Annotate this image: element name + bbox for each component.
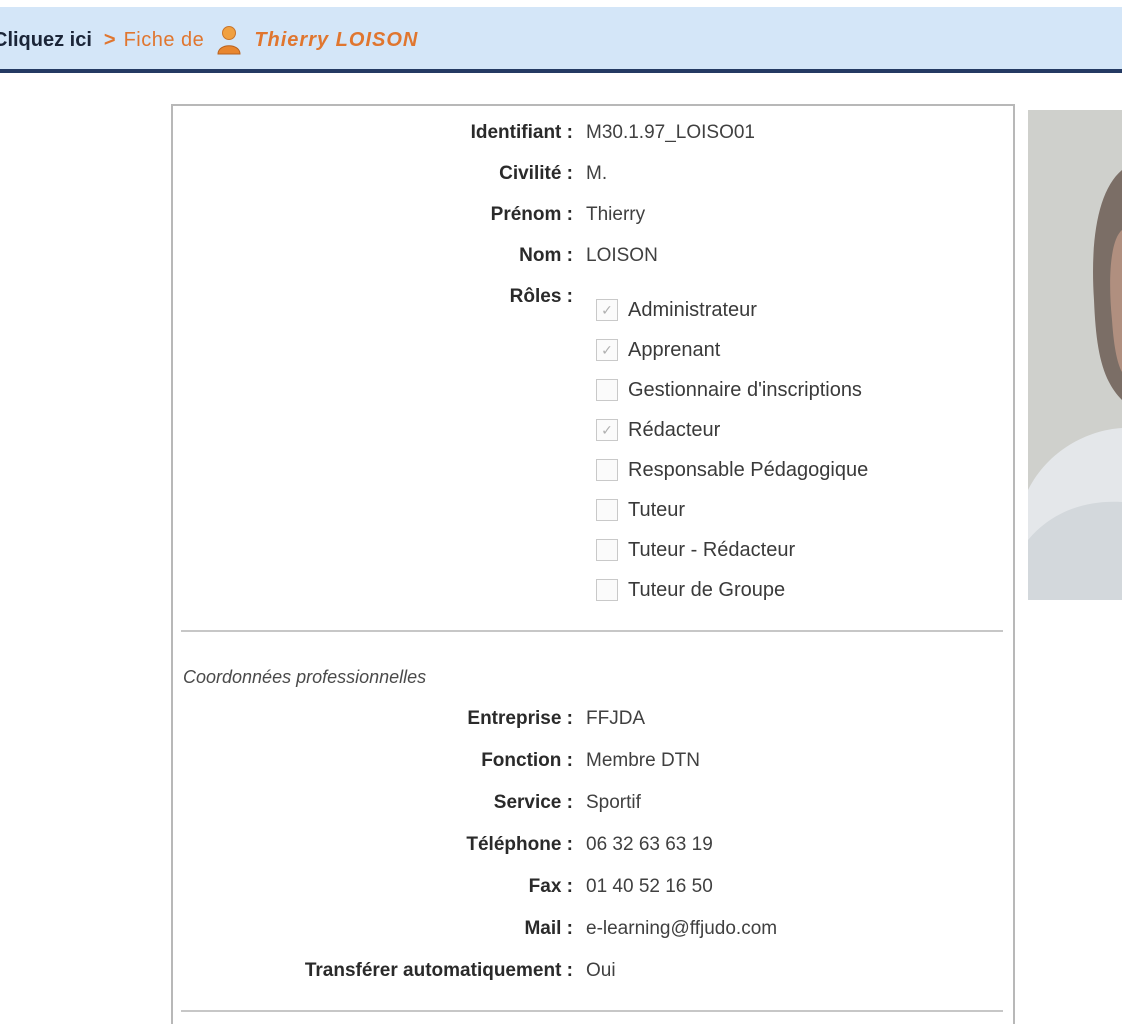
- breadcrumb-user-name: Thierry LOISON: [254, 28, 419, 51]
- breadcrumb: Cliquez ici > Fiche de Thierry LOISON: [0, 22, 418, 58]
- fonction-row: Fonction : Membre DTN: [173, 746, 1013, 776]
- fax-row: Fax : 01 40 52 16 50: [173, 872, 1013, 902]
- transfert-row: Transférer automatiquement : Oui: [173, 956, 1013, 986]
- role-label: Gestionnaire d'inscriptions: [628, 379, 862, 401]
- transfert-label: Transférer automatiquement :: [304, 960, 573, 981]
- telephone-row: Téléphone : 06 32 63 63 19: [173, 830, 1013, 860]
- fonction-label: Fonction :: [481, 750, 573, 771]
- civilite-label: Civilité :: [499, 163, 573, 184]
- nom-row: Nom : LOISON: [173, 241, 1013, 271]
- service-row: Service : Sportif: [173, 788, 1013, 818]
- mail-row: Mail : e-learning@ffjudo.com: [173, 914, 1013, 944]
- profile-photo: [1028, 110, 1122, 600]
- role-label: Responsable Pédagogique: [628, 459, 869, 481]
- breadcrumb-separator: >: [103, 28, 116, 51]
- user-icon: [216, 25, 242, 55]
- role-label: Rédacteur: [628, 419, 721, 441]
- role-checkbox-gestionnaire[interactable]: [596, 379, 618, 401]
- role-checkbox-tuteur-redacteur[interactable]: [596, 539, 618, 561]
- role-checkbox-redacteur[interactable]: ✓: [596, 419, 618, 441]
- entreprise-value: FFJDA: [586, 708, 646, 729]
- transfert-value: Oui: [586, 960, 616, 981]
- identifiant-row: Identifiant : M30.1.97_LOISO01: [173, 118, 1013, 148]
- prenom-label: Prénom :: [490, 204, 573, 225]
- cliquez-ici-link[interactable]: Cliquez ici: [0, 29, 92, 52]
- role-label: Administrateur: [628, 299, 757, 321]
- fonction-value: Membre DTN: [586, 750, 701, 771]
- prenom-row: Prénom : Thierry: [173, 200, 1013, 230]
- mail-value[interactable]: e-learning@ffjudo.com: [586, 914, 777, 944]
- entreprise-label: Entreprise :: [467, 708, 573, 729]
- entreprise-row: Entreprise : FFJDA: [173, 704, 1013, 734]
- profile-card: Identifiant : M30.1.97_LOISO01 Civilité …: [171, 104, 1015, 1024]
- role-label: Apprenant: [628, 339, 721, 361]
- mail-label: Mail :: [524, 918, 573, 939]
- role-checkbox-apprenant[interactable]: ✓: [596, 339, 618, 361]
- roles-row: Rôles :: [173, 282, 1013, 312]
- role-label: Tuteur - Rédacteur: [628, 539, 796, 561]
- role-checkbox-responsable-pedagogique[interactable]: [596, 459, 618, 481]
- fax-label: Fax :: [528, 876, 573, 897]
- telephone-value: 06 32 63 63 19: [586, 834, 713, 855]
- nom-label: Nom :: [519, 245, 573, 266]
- nom-value: LOISON: [586, 245, 658, 266]
- role-checkbox-tuteur[interactable]: [596, 499, 618, 521]
- service-label: Service :: [493, 792, 573, 813]
- role-checkbox-administrateur[interactable]: ✓: [596, 299, 618, 321]
- service-value: Sportif: [586, 792, 641, 813]
- role-checkbox-tuteur-de-groupe[interactable]: [596, 579, 618, 601]
- role-label: Tuteur: [628, 499, 686, 521]
- telephone-label: Téléphone :: [466, 834, 573, 855]
- breadcrumb-prefix: Fiche de: [123, 28, 205, 51]
- civilite-value: M.: [586, 163, 608, 184]
- civilite-row: Civilité : M.: [173, 159, 1013, 189]
- identifiant-label: Identifiant :: [470, 122, 573, 143]
- prenom-value: Thierry: [586, 204, 646, 225]
- section-divider: [181, 630, 1003, 632]
- roles-label: Rôles :: [509, 286, 573, 307]
- fax-value: 01 40 52 16 50: [586, 876, 713, 897]
- role-label: Tuteur de Groupe: [628, 579, 786, 601]
- section-title-coordonnees: Coordonnées professionnelles: [183, 667, 427, 687]
- identifiant-value: M30.1.97_LOISO01: [586, 122, 755, 143]
